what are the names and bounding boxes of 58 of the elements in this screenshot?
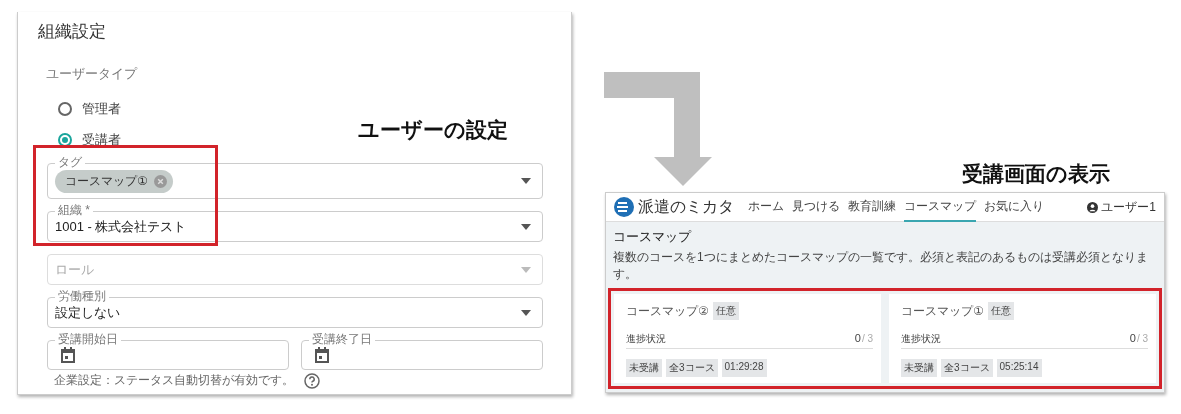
radio-button[interactable]: [58, 101, 72, 116]
date-field[interactable]: 受講開始日: [47, 332, 289, 370]
tag-chip[interactable]: コースマップ①: [55, 169, 173, 193]
field-value: 設定しない: [55, 303, 120, 322]
select-field[interactable]: 労働種別 設定しない: [47, 289, 543, 328]
radio-label: 管理者: [82, 99, 121, 118]
description-text: 複数のコースを1つにまとめたコースマップの一覧です。必須と表記のあるものは受講必須となります。: [613, 249, 1149, 283]
field-placeholder: ロール: [55, 260, 94, 279]
calendar-icon[interactable]: [315, 347, 329, 363]
info-tag: 01:29:28: [721, 359, 767, 377]
card-title: コースマップ①: [901, 302, 984, 320]
info-tag: 全3コース: [666, 359, 718, 377]
date-field[interactable]: 受講終了日: [301, 332, 543, 370]
radio-button[interactable]: [58, 132, 72, 147]
progress-count: 0: [1129, 332, 1136, 344]
info-tag: 未受講: [626, 359, 662, 377]
progress-count: 0: [854, 332, 861, 344]
nav-tab[interactable]: 教育訓練: [848, 192, 896, 222]
progress-label: 進捗状況: [901, 332, 941, 346]
user-name[interactable]: ユーザー1: [1101, 198, 1156, 216]
field-label: 受講終了日: [309, 332, 375, 346]
callout-label: 受講画面の表示: [962, 161, 1110, 187]
calendar-icon[interactable]: [61, 347, 75, 363]
dropdown-caret-icon[interactable]: [521, 309, 531, 316]
course-map-card[interactable]: コースマップ① 任意 進捗状況 0/ 3 未受講 全3コース 05:25:14: [889, 294, 1156, 383]
logo-icon: [614, 197, 634, 217]
progress-total: / 3: [861, 333, 873, 344]
optional-badge: 任意: [987, 302, 1014, 320]
tag-select[interactable]: タグ コースマップ①: [47, 155, 543, 199]
field-label: タグ: [55, 155, 85, 169]
note-text: 企業設定：ステータス自動切替が有効です。: [54, 372, 294, 389]
field-label: ユーザータイプ: [46, 65, 139, 83]
info-tag: 05:25:14: [996, 359, 1042, 377]
panel-title: 組織設定: [38, 21, 107, 43]
radio-label: 受講者: [82, 130, 121, 149]
user-icon[interactable]: [1087, 201, 1099, 213]
field-label: 組織 *: [55, 203, 93, 217]
nav-tab[interactable]: 見つける: [792, 192, 840, 222]
dropdown-caret-icon[interactable]: [521, 178, 531, 184]
dropdown-caret-icon[interactable]: [521, 223, 531, 230]
field-value: 1001 - 株式会社テスト: [55, 217, 187, 236]
logo-text: 派遣のミカタ: [638, 196, 734, 217]
info-tag: 未受講: [901, 359, 937, 377]
nav-tab[interactable]: ホーム: [748, 192, 784, 222]
course-map-card[interactable]: コースマップ② 任意 進捗状況 0/ 3 未受講 全3コース 01:29:28: [614, 294, 881, 383]
select-field[interactable]: 組織 * 1001 - 株式会社テスト: [47, 203, 543, 242]
help-icon[interactable]: [304, 372, 320, 389]
progress-label: 進捗状況: [626, 332, 666, 346]
callout-label: ユーザーの設定: [358, 117, 508, 143]
field-label: 受講開始日: [55, 332, 121, 346]
info-tag: 全3コース: [941, 359, 993, 377]
card-title: コースマップ②: [626, 302, 709, 320]
optional-badge: 任意: [712, 302, 739, 320]
nav-tab[interactable]: コースマップ: [904, 192, 976, 222]
page-title: コースマップ: [613, 228, 693, 246]
nav-tab[interactable]: お気に入り: [984, 192, 1044, 222]
progress-total: / 3: [1136, 333, 1148, 344]
field-label: 労働種別: [55, 289, 109, 303]
